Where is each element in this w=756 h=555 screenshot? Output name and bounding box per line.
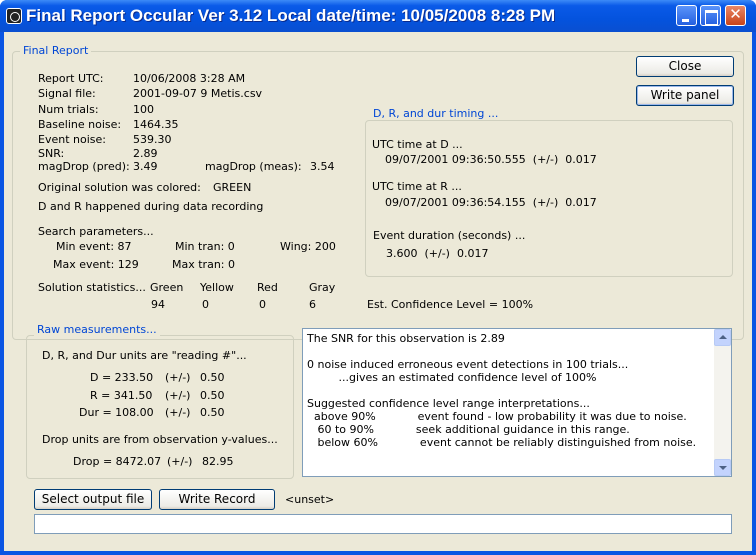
event-noise-value: 539.30 [133,133,172,146]
stat-green-value: 94 [151,298,165,311]
event-duration-label: Event duration (seconds) ... [373,229,526,242]
magdrop-pred-value: 3.49 [133,160,158,173]
recording-note: D and R happened during data recording [38,200,264,213]
utc-r-value: 09/07/2001 09:36:54.155 (+/-) 0.017 [385,196,597,209]
signal-file-label: Signal file: [38,87,96,100]
raw-dur-pm: (+/-) [165,406,191,419]
memo-line: 60 to 90% seek additional guidance in th… [307,423,630,436]
memo-line: ...gives an estimated confidence level o… [307,371,597,384]
scroll-up-icon[interactable] [714,329,731,346]
memo-line: above 90% event found - low probability … [307,410,687,423]
raw-r-err: 0.50 [200,389,225,402]
write-record-button[interactable]: Write Record [159,489,275,510]
stat-green-name: Green [150,281,184,294]
raw-drop-note: Drop units are from observation y-values… [42,433,278,446]
close-window-button[interactable]: ✕ [725,5,746,26]
raw-dur-err: 0.50 [200,406,225,419]
magdrop-meas-label: magDrop (meas): [205,160,302,173]
event-duration-value: 3.600 (+/-) 0.017 [386,247,489,260]
stat-red-value: 0 [259,298,266,311]
window-title: Final Report Occular Ver 3.12 Local date… [26,6,556,25]
stat-yellow-name: Yellow [200,281,234,294]
app-icon[interactable] [6,8,22,24]
event-noise-label: Event noise: [38,133,106,146]
raw-d-pm: (+/-) [165,371,191,384]
raw-drop-err: 82.95 [202,455,234,468]
memo-line: 0 noise induced erroneous event detectio… [307,358,629,371]
raw-r-pm: (+/-) [165,389,191,402]
scroll-down-icon[interactable] [714,459,731,476]
max-tran: Max tran: 0 [172,258,235,271]
raw-measurements-group-title: Raw measurements... [34,323,160,336]
raw-r-value: R = 341.50 [90,389,153,402]
confidence-level: Est. Confidence Level = 100% [367,298,534,311]
report-utc-value: 10/06/2008 3:28 AM [133,72,246,85]
original-solution-color: GREEN [213,181,252,194]
raw-dur-value: Dur = 108.00 [79,406,154,419]
write-panel-button[interactable]: Write panel [636,85,734,106]
raw-drop-pm: (+/-) [167,455,193,468]
snr-value: 2.89 [133,147,158,160]
memo-text: The SNR for this observation is 2.89 0 n… [307,332,696,449]
memo-line: below 60% event cannot be reliably disti… [307,436,697,449]
interpretation-memo[interactable]: The SNR for this observation is 2.89 0 n… [302,328,732,477]
timing-group-title: D, R, and dur timing ... [370,107,502,120]
utc-d-label: UTC time at D ... [372,138,463,151]
minimize-button[interactable] [676,5,697,26]
status-input[interactable] [34,514,732,534]
stat-gray-name: Gray [309,281,336,294]
final-report-group-title: Final Report [20,44,92,57]
wing: Wing: 200 [280,240,336,253]
memo-line: Suggested confidence level range interpr… [307,397,590,410]
signal-file-value: 2001-09-07 9 Metis.csv [133,87,263,100]
stat-red-name: Red [257,281,278,294]
memo-line: The SNR for this observation is 2.89 [307,332,505,345]
memo-scrollbar[interactable] [714,329,731,476]
select-output-file-button[interactable]: Select output file [34,489,152,510]
memo-line [307,384,696,397]
original-solution-text: Original solution was colored: [38,181,201,194]
utc-d-value: 09/07/2001 09:36:50.555 (+/-) 0.017 [385,153,597,166]
close-icon: ✕ [729,5,742,23]
dialog-client-area: Final Report Report UTC: 10/06/2008 3:28… [4,32,752,551]
stat-yellow-value: 0 [202,298,209,311]
search-parameters-title: Search parameters... [38,225,154,238]
close-button[interactable]: Close [636,56,734,77]
report-utc-label: Report UTC: [38,72,104,85]
solution-statistics-label: Solution statistics... [38,281,146,294]
memo-line [307,345,696,358]
num-trials-label: Num trials: [38,103,99,116]
baseline-noise-value: 1464.35 [133,118,179,131]
num-trials-value: 100 [133,103,154,116]
maximize-button[interactable] [700,5,721,26]
max-event: Max event: 129 [53,258,139,271]
title-bar[interactable]: Final Report Occular Ver 3.12 Local date… [0,0,756,32]
snr-label: SNR: [38,147,65,160]
stat-gray-value: 6 [309,298,316,311]
baseline-noise-label: Baseline noise: [38,118,122,131]
min-tran: Min tran: 0 [175,240,235,253]
output-file-path: <unset> [285,493,335,506]
window-frame: Final Report Occular Ver 3.12 Local date… [0,0,756,555]
raw-d-value: D = 233.50 [90,371,154,384]
magdrop-meas-value: 3.54 [310,160,335,173]
raw-drop-value: Drop = 8472.07 [73,455,162,468]
magdrop-pred-label: magDrop (pred): [38,160,130,173]
utc-r-label: UTC time at R ... [372,180,462,193]
min-event: Min event: 87 [56,240,132,253]
raw-d-err: 0.50 [200,371,225,384]
raw-units-note: D, R, and Dur units are "reading #"... [42,349,247,362]
